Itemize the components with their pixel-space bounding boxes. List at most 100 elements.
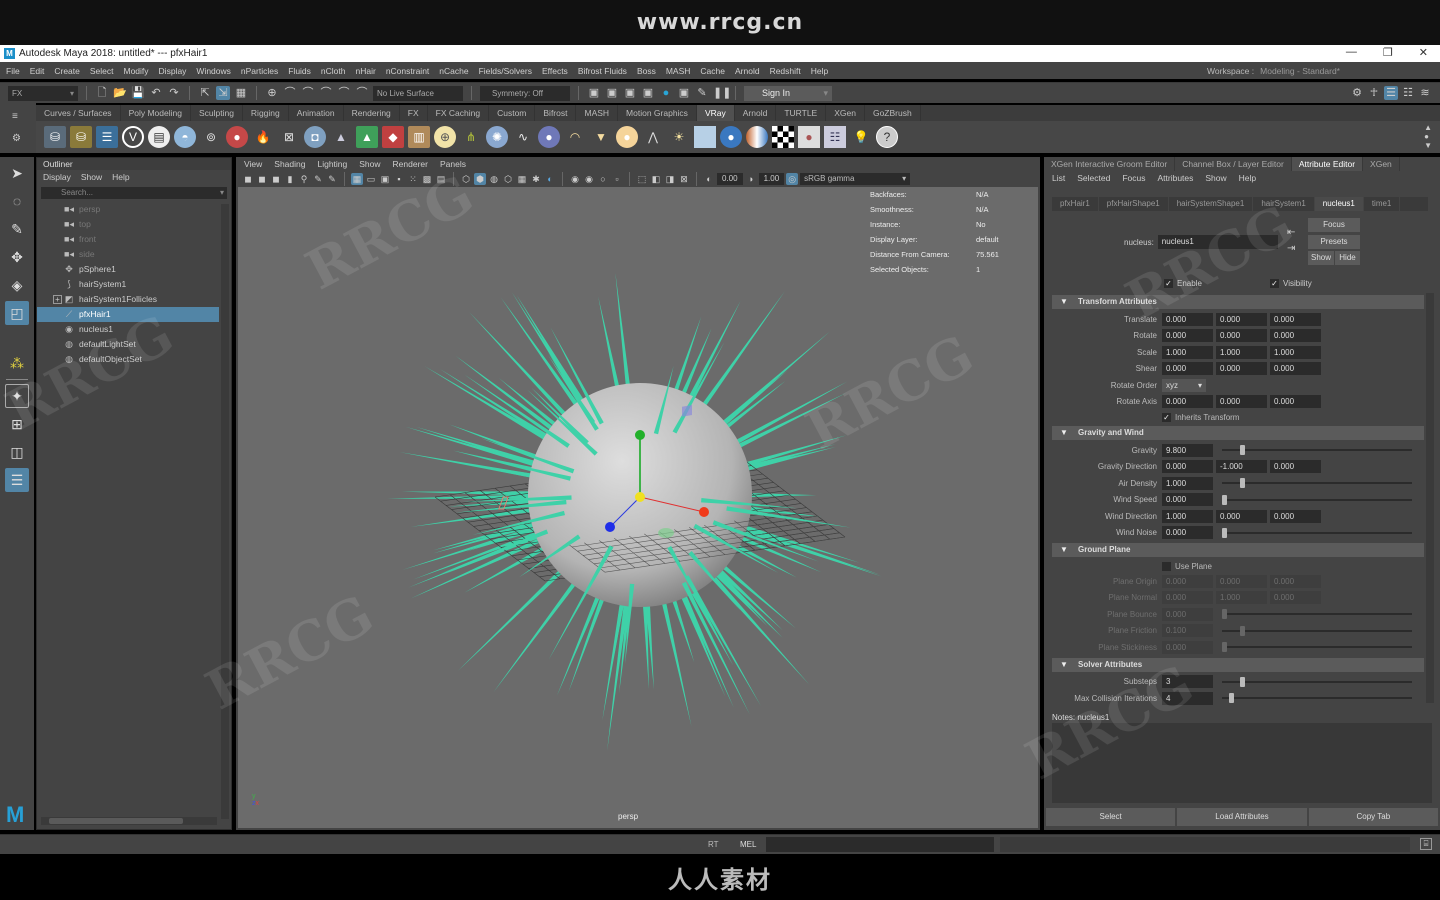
gravity-dir-y-field[interactable]: -1.000 — [1216, 460, 1267, 474]
max-collision-iterations-field[interactable]: 4 — [1162, 691, 1213, 705]
shelf-tab-motion-graphics[interactable]: Motion Graphics — [618, 105, 697, 121]
minimize-icon[interactable]: — — [1346, 46, 1357, 59]
wind-dir-y-field[interactable]: 0.000 — [1216, 509, 1267, 523]
viewport-menu-panels[interactable]: Panels — [440, 159, 466, 169]
shelf-tab-mash[interactable]: MASH — [576, 105, 619, 121]
ae-vertical-scrollbar[interactable] — [1426, 293, 1434, 703]
outliner-item[interactable]: ✥ pSphere1 — [37, 262, 219, 277]
outliner-item[interactable]: ⟋ pfxHair1 — [37, 307, 219, 322]
inherits-transform-checkbox[interactable]: ✓ Inherits Transform — [1052, 410, 1424, 424]
section-transform-attributes[interactable]: Transform Attributes — [1052, 295, 1424, 309]
workspace-selector[interactable]: Workspace : Modeling - Standard* — [1207, 66, 1340, 76]
rotate-y-field[interactable]: 0.000 — [1216, 329, 1267, 343]
rotate-z-field[interactable]: 0.000 — [1270, 329, 1321, 343]
vray-material-icon[interactable]: ● — [226, 126, 248, 148]
vray-outliner-icon[interactable]: ☰ — [96, 126, 118, 148]
channel-box-icon[interactable]: ≋ — [1418, 86, 1432, 100]
vray-plane-icon[interactable]: ⊠ — [278, 126, 300, 148]
viewport-menu-lighting[interactable]: Lighting — [317, 159, 347, 169]
use-plane-checkbox[interactable]: Use Plane — [1052, 559, 1424, 573]
shelf-tab-curves-surfaces[interactable]: Curves / Surfaces — [36, 105, 121, 121]
presets-button[interactable]: Presets — [1308, 235, 1360, 249]
expand-icon[interactable]: + — [53, 295, 62, 304]
outliner-menu-display[interactable]: Display — [43, 172, 71, 182]
shelf-tab-rigging[interactable]: Rigging — [243, 105, 289, 121]
vray-checker-icon[interactable] — [772, 126, 794, 148]
shelf-tab-fx[interactable]: FX — [400, 105, 428, 121]
rotate-axis-z-field[interactable]: 0.000 — [1270, 395, 1321, 409]
new-scene-icon[interactable]: 🗋 — [95, 86, 109, 100]
select-button[interactable]: Select — [1046, 808, 1176, 826]
motion-blur-icon[interactable]: ◉ — [583, 173, 595, 185]
vray-camera-icon[interactable]: ⊚ — [200, 126, 222, 148]
tab-xgen[interactable]: XGen — [1363, 157, 1400, 171]
outliner-item[interactable]: ■◂ persp — [37, 202, 219, 217]
air-density-slider[interactable] — [1222, 478, 1412, 488]
translate-x-field[interactable]: 0.000 — [1162, 312, 1213, 326]
outliner-layout-icon[interactable]: ☰ — [5, 468, 29, 492]
exposure-icon[interactable]: ◐ — [703, 173, 715, 185]
vray-sky-icon[interactable] — [694, 126, 716, 148]
safe-title-icon[interactable]: ▤ — [435, 173, 447, 185]
menu-arnold[interactable]: Arnold — [735, 66, 760, 76]
vray-cone-icon[interactable]: ▲ — [330, 126, 352, 148]
lasso-tool-icon[interactable]: ◌ — [5, 189, 29, 213]
shelf-tab-xgen[interactable]: XGen — [826, 105, 865, 121]
four-view-icon[interactable]: ⊞ — [5, 412, 29, 436]
vray-settings-icon[interactable]: ☷ — [824, 126, 846, 148]
snap-surface-icon[interactable]: ⌒ — [337, 86, 351, 100]
substeps-field[interactable]: 3 — [1162, 675, 1213, 689]
live-surface-dropdown[interactable]: No Live Surface — [373, 85, 463, 101]
vray-doc-icon[interactable]: ▤ — [148, 126, 170, 148]
vray-fire-icon[interactable]: 🔥 — [252, 126, 274, 148]
tab-xgen-groom-editor[interactable]: XGen Interactive Groom Editor — [1044, 157, 1176, 171]
menu-fields-solvers[interactable]: Fields/Solvers — [479, 66, 532, 76]
camera-select-icon[interactable]: ◼ — [242, 173, 254, 185]
menu-bifrost-fluids[interactable]: Bifrost Fluids — [578, 66, 627, 76]
ipr-render-icon[interactable]: ▣ — [623, 86, 637, 100]
vray-proxy-icon[interactable]: ◘ — [304, 126, 326, 148]
restore-icon[interactable]: ❐ — [1383, 46, 1393, 59]
shadows-icon[interactable]: ◐ — [544, 173, 556, 185]
menu-mash[interactable]: MASH — [666, 66, 691, 76]
vray-rect-light-icon[interactable]: ▼ — [590, 126, 612, 148]
outliner-item[interactable]: ■◂ top — [37, 217, 219, 232]
enable-checkbox[interactable]: ✓ Enable — [1164, 279, 1202, 288]
wind-speed-slider[interactable] — [1222, 494, 1412, 505]
gravity-field[interactable]: 9.800 — [1162, 443, 1213, 457]
menu-help[interactable]: Help — [811, 66, 828, 76]
shelf-settings-icon[interactable]: ⚙ — [12, 133, 21, 144]
image-plane-icon[interactable]: ▮ — [284, 173, 296, 185]
depth-of-field-icon[interactable]: ▫ — [611, 173, 623, 185]
gate-mask-icon[interactable]: ▪ — [393, 173, 405, 185]
shelf-tab-rendering[interactable]: Rendering — [344, 105, 400, 121]
gravity-dir-z-field[interactable]: 0.000 — [1270, 460, 1321, 474]
snap-live-icon[interactable]: ⌒ — [355, 86, 369, 100]
render-settings-icon[interactable]: ▣ — [641, 86, 655, 100]
modeling-toolkit-icon[interactable]: ⚙ — [1350, 86, 1364, 100]
render-view-icon[interactable]: ▣ — [677, 86, 691, 100]
menu-fluids[interactable]: Fluids — [288, 66, 311, 76]
vray-bulb-icon[interactable]: 💡 — [850, 126, 872, 148]
xray-icon[interactable]: ◧ — [650, 173, 662, 185]
select-object-icon[interactable]: ⇲ — [216, 86, 230, 100]
menu-ncache[interactable]: nCache — [439, 66, 468, 76]
translate-y-field[interactable]: 0.000 — [1216, 312, 1267, 326]
shear-z-field[interactable]: 0.000 — [1270, 362, 1321, 376]
field-chart-icon[interactable]: ⁙ — [407, 173, 419, 185]
menu-nparticles[interactable]: nParticles — [241, 66, 278, 76]
chevron-down-icon[interactable]: ▾ — [220, 187, 224, 199]
character-controls-icon[interactable]: ☥ — [1367, 86, 1381, 100]
viewport-menu-view[interactable]: View — [244, 159, 262, 169]
outliner-item[interactable]: ◉ nucleus1 — [37, 322, 219, 337]
camera-attributes-icon[interactable]: ◼ — [256, 173, 268, 185]
slider-knob[interactable] — [1240, 676, 1245, 687]
soft-select-icon[interactable]: ⁂ — [5, 351, 29, 375]
shelf-tab-poly-modeling[interactable]: Poly Modeling — [121, 105, 191, 121]
tool-settings-icon[interactable]: ☷ — [1401, 86, 1415, 100]
ae-menu-help[interactable]: Help — [1239, 173, 1256, 183]
viewport-menu-show[interactable]: Show — [359, 159, 380, 169]
vray-ies-icon[interactable]: ⋀ — [642, 126, 664, 148]
menu-boss[interactable]: Boss — [637, 66, 656, 76]
snap-view-icon[interactable]: ⌒ — [319, 86, 333, 100]
